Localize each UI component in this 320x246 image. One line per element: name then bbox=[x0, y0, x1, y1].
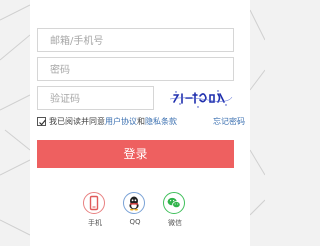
qq-login-label: QQ bbox=[129, 218, 141, 226]
user-agreement-link[interactable]: 用户协议 bbox=[105, 117, 137, 126]
wechat-login-label: 微信 bbox=[168, 219, 182, 227]
account-input[interactable] bbox=[38, 30, 233, 53]
wechat-login-option[interactable]: 微信 bbox=[163, 192, 187, 230]
captcha-field-wrapper bbox=[37, 86, 154, 111]
privacy-policy-link[interactable]: 隐私条款 bbox=[145, 117, 177, 126]
captcha-image[interactable] bbox=[168, 86, 234, 110]
agreement-and: 和 bbox=[137, 117, 145, 126]
phone-icon bbox=[89, 195, 99, 211]
qq-login-circle bbox=[123, 192, 145, 214]
agreement-prefix: 我已阅读并同意 bbox=[49, 117, 105, 126]
qq-penguin-icon bbox=[129, 196, 139, 211]
account-field-wrapper bbox=[37, 28, 234, 53]
password-field-wrapper bbox=[37, 57, 234, 82]
forgot-password-link[interactable]: 忘记密码 bbox=[213, 115, 245, 129]
qq-login-option[interactable]: QQ bbox=[123, 192, 147, 230]
agree-checkbox[interactable] bbox=[37, 117, 46, 126]
checkmark-icon bbox=[39, 119, 46, 126]
login-panel: 我已阅读并同意用户协议和隐私条款 忘记密码 登录 手机 QQ bbox=[30, 0, 250, 246]
phone-login-option[interactable]: 手机 bbox=[83, 192, 107, 230]
captcha-input[interactable] bbox=[38, 88, 153, 111]
agreement-row: 我已阅读并同意用户协议和隐私条款 忘记密码 bbox=[37, 115, 247, 129]
phone-login-label: 手机 bbox=[88, 219, 102, 227]
login-button[interactable]: 登录 bbox=[37, 140, 234, 168]
wechat-login-circle bbox=[163, 192, 185, 214]
wechat-icon bbox=[167, 197, 181, 209]
agreement-text: 我已阅读并同意用户协议和隐私条款 bbox=[49, 115, 177, 129]
phone-login-circle bbox=[83, 192, 105, 214]
password-input[interactable] bbox=[38, 59, 233, 82]
